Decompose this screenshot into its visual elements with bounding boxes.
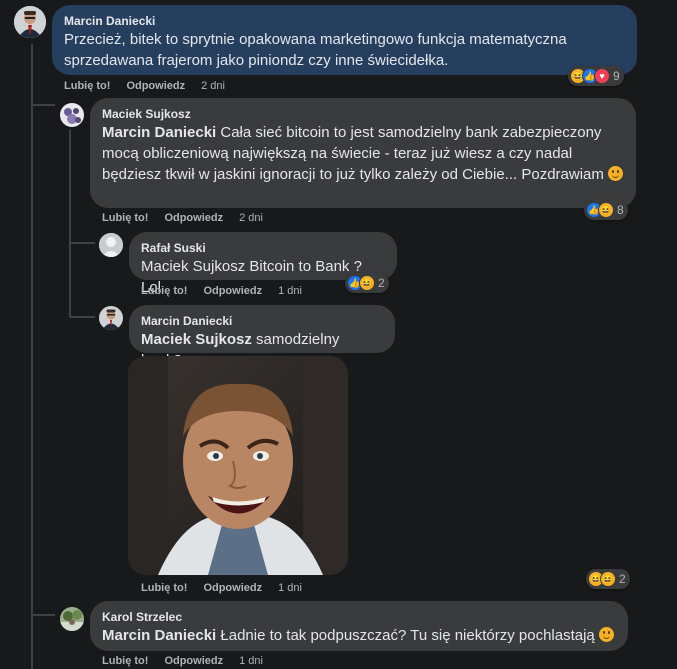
reaction-summary[interactable]: 👍 😆 8 xyxy=(584,200,628,220)
reaction-summary[interactable]: 😆 😆 2 xyxy=(586,569,630,589)
reaction-count: 2 xyxy=(619,572,626,586)
smile-emoji-icon xyxy=(608,166,624,181)
comment-actions: Lubię to! Odpowiedz 1 dni xyxy=(102,655,263,667)
reply-button[interactable]: Odpowiedz xyxy=(203,582,262,594)
timestamp[interactable]: 1 dni xyxy=(239,655,263,667)
haha-icon: 😆 xyxy=(359,275,375,291)
comment-body: Ładnie to tak podpuszczać? Tu się niektó… xyxy=(216,627,595,644)
haha-icon: 😆 xyxy=(600,571,616,587)
reaction-count: 2 xyxy=(378,276,385,290)
comment-author[interactable]: Marcin Daniecki xyxy=(141,313,383,329)
comment-text: Przecież, bitek to sprytnie opakowana ma… xyxy=(64,31,567,69)
avatar[interactable] xyxy=(99,306,123,330)
haha-icon: 😆 xyxy=(598,202,614,218)
comment-text: Marcin Daniecki Ładnie to tak podpuszcza… xyxy=(102,625,616,646)
avatar[interactable] xyxy=(99,233,123,257)
comment-image[interactable] xyxy=(128,356,348,575)
reaction-summary[interactable]: 😆 👍 ♥ 9 xyxy=(568,66,624,86)
like-button[interactable]: Lubię to! xyxy=(64,80,110,92)
comment-author[interactable]: Marcin Daniecki xyxy=(64,13,625,29)
mention-link[interactable]: Marcin Daniecki xyxy=(102,124,216,141)
timestamp[interactable]: 2 dni xyxy=(201,80,225,92)
reaction-summary[interactable]: 👍 😆 2 xyxy=(345,273,389,293)
comment-actions: Lubię to! Odpowiedz 1 dni xyxy=(141,582,302,594)
thread-connector xyxy=(31,104,55,106)
reply-button[interactable]: Odpowiedz xyxy=(164,655,223,667)
reply-button[interactable]: Odpowiedz xyxy=(126,80,185,92)
comment-text: Marcin Daniecki Cała sieć bitcoin to jes… xyxy=(102,122,624,185)
mention-link[interactable]: Marcin Daniecki xyxy=(102,627,216,644)
like-button[interactable]: Lubię to! xyxy=(102,655,148,667)
comment-actions: Lubię to! Odpowiedz 1 dni xyxy=(141,285,302,297)
comment-bubble: Marcin Daniecki Maciek Sujkosz samodziel… xyxy=(129,305,395,369)
reply-button[interactable]: Odpowiedz xyxy=(203,285,262,297)
comment-actions: Lubię to! Odpowiedz 2 dni xyxy=(102,212,263,224)
mention-link[interactable]: Maciek Sujkosz xyxy=(141,331,252,348)
avatar[interactable] xyxy=(60,103,84,127)
comment-author[interactable]: Rafał Suski xyxy=(141,240,385,256)
thread-line xyxy=(31,44,33,669)
comment-actions: Lubię to! Odpowiedz 2 dni xyxy=(64,80,225,92)
comment-bubble: Karol Strzelec Marcin Daniecki Ładnie to… xyxy=(90,601,628,651)
avatar[interactable] xyxy=(60,607,84,631)
reaction-count: 9 xyxy=(613,69,620,83)
smile-emoji-icon xyxy=(598,627,614,642)
thread-connector xyxy=(69,242,95,244)
like-button[interactable]: Lubię to! xyxy=(141,582,187,594)
timestamp[interactable]: 1 dni xyxy=(278,285,302,297)
comment-bubble: Marcin Daniecki Przecież, bitek to spryt… xyxy=(52,5,637,75)
timestamp[interactable]: 1 dni xyxy=(278,582,302,594)
love-icon: ♥ xyxy=(594,68,610,84)
timestamp[interactable]: 2 dni xyxy=(239,212,263,224)
comment-author[interactable]: Maciek Sujkosz xyxy=(102,106,624,122)
thread-connector xyxy=(31,614,55,616)
reaction-count: 8 xyxy=(617,203,624,217)
like-button[interactable]: Lubię to! xyxy=(102,212,148,224)
reply-button[interactable]: Odpowiedz xyxy=(164,212,223,224)
thread-connector xyxy=(69,316,95,318)
like-button[interactable]: Lubię to! xyxy=(141,285,187,297)
avatar[interactable] xyxy=(14,6,46,38)
thread-line xyxy=(69,130,71,318)
comment-bubble: Maciek Sujkosz Marcin Daniecki Cała sieć… xyxy=(90,98,636,208)
comment-author[interactable]: Karol Strzelec xyxy=(102,609,616,625)
